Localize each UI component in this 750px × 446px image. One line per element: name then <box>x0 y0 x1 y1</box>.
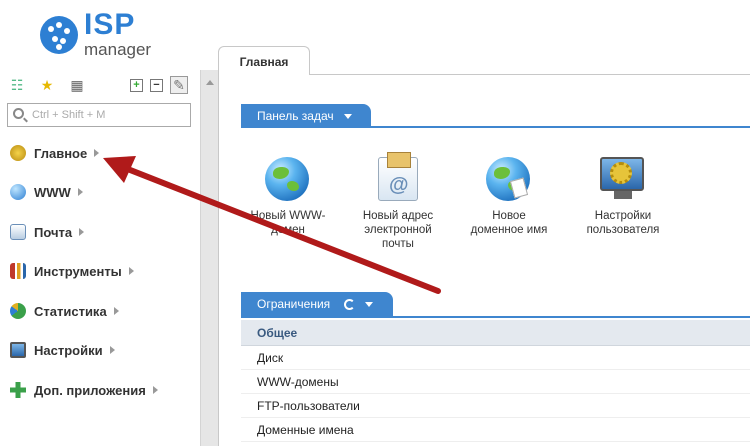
sidebar-item-label: Статистика <box>34 303 107 319</box>
chevron-down-icon[interactable] <box>365 301 374 307</box>
chevron-right-icon <box>152 386 158 394</box>
chevron-down-icon[interactable] <box>343 113 352 119</box>
refresh-icon[interactable] <box>344 298 356 310</box>
tools-icon <box>10 263 26 279</box>
logo-mark-icon <box>40 16 78 54</box>
briefcase-icon[interactable]: ▦ <box>68 76 86 94</box>
chevron-up-icon[interactable] <box>206 80 214 85</box>
sidebar-splitter[interactable] <box>200 70 218 446</box>
chevron-right-icon <box>128 267 134 275</box>
table-row[interactable]: FTP-пользователи <box>241 394 750 418</box>
sidebar: ☷ ★ ▦ + − ✎ Главное WWW Почта Инструмент… <box>0 70 200 446</box>
sidebar-item-statistics[interactable]: Статистика <box>10 300 119 322</box>
table-row[interactable]: WWW-домены <box>241 370 750 394</box>
task-label: Настройки пользователя <box>586 210 660 236</box>
monitor-icon <box>10 342 26 358</box>
limits-panel-divider <box>241 316 750 318</box>
tree-view-icon[interactable]: ☷ <box>8 76 26 94</box>
sidebar-toolbar: ☷ ★ ▦ + − ✎ <box>8 74 192 96</box>
pin-icon[interactable]: ✎ <box>170 76 188 94</box>
chevron-right-icon <box>113 307 119 315</box>
sidebar-item-tools[interactable]: Инструменты <box>10 260 134 282</box>
sidebar-item-label: Главное <box>34 145 88 161</box>
sidebar-item-main[interactable]: Главное <box>10 142 100 164</box>
sidebar-item-label: Инструменты <box>34 263 122 279</box>
task-label: Новый WWW- домен <box>250 210 326 236</box>
logo-product: manager <box>84 40 152 59</box>
tab-label: Главная <box>239 54 289 69</box>
chevron-right-icon <box>79 228 85 236</box>
pie-chart-icon <box>10 303 26 319</box>
isp-manager-logo: ISP manager <box>40 8 170 60</box>
plus-icon <box>10 382 26 398</box>
collapse-all-icon[interactable]: − <box>150 79 163 92</box>
globe-doc-icon <box>486 157 532 203</box>
home-icon <box>10 145 26 161</box>
sidebar-item-label: Настройки <box>34 342 103 358</box>
table-row[interactable]: Доменные имена <box>241 418 750 442</box>
tasks-panel-title: Панель задач <box>257 109 334 123</box>
sidebar-item-label: WWW <box>34 184 71 200</box>
expand-all-icon[interactable]: + <box>130 79 143 92</box>
table-cell: Диск <box>257 350 284 365</box>
chevron-right-icon <box>109 346 115 354</box>
task-label: Новое доменное имя <box>470 210 548 236</box>
mail-icon <box>10 224 26 240</box>
search-icon <box>13 108 24 119</box>
favorites-star-icon[interactable]: ★ <box>38 76 56 94</box>
mail-icon: @ <box>375 152 421 203</box>
globe-icon <box>265 157 311 203</box>
chevron-right-icon <box>94 149 100 157</box>
sidebar-item-www[interactable]: WWW <box>10 181 83 203</box>
table-row[interactable]: Диск <box>241 346 750 370</box>
settings-monitor-icon <box>600 157 646 203</box>
table-cell: Доменные имена <box>257 422 354 437</box>
globe-icon <box>10 184 26 200</box>
table-cell: WWW-домены <box>257 374 339 389</box>
sidebar-item-label: Почта <box>34 224 73 240</box>
limits-panel-header[interactable]: Ограничения <box>241 292 393 316</box>
chevron-right-icon <box>77 188 83 196</box>
task-label: Новый адрес электронной почты <box>362 210 434 250</box>
sidebar-item-extra-apps[interactable]: Доп. приложения <box>10 379 158 401</box>
sidebar-item-label: Доп. приложения <box>34 382 146 398</box>
task-new-www-domain[interactable]: Новый WWW- домен <box>245 157 331 237</box>
tasks-panel-header[interactable]: Панель задач <box>241 104 371 128</box>
search-input[interactable] <box>32 107 182 123</box>
search-field[interactable] <box>7 103 191 127</box>
table-cell: FTP-пользователи <box>257 398 360 413</box>
limits-table: Общее Диск WWW-домены FTP-пользователи Д… <box>241 320 750 442</box>
tab-main[interactable]: Главная <box>218 46 310 76</box>
sidebar-item-mail[interactable]: Почта <box>10 221 85 243</box>
table-header-label: Общее <box>257 325 298 340</box>
logo-brand: ISP <box>84 8 136 41</box>
task-new-domain-name[interactable]: Новое доменное имя <box>466 157 552 237</box>
tasks-panel-divider <box>241 126 750 128</box>
task-user-settings[interactable]: Настройки пользователя <box>580 157 666 237</box>
table-header: Общее <box>241 320 750 346</box>
sidebar-item-settings[interactable]: Настройки <box>10 339 115 361</box>
limits-panel-title: Ограничения <box>257 297 331 311</box>
task-new-email-address[interactable]: @ Новый адрес электронной почты <box>355 152 441 251</box>
